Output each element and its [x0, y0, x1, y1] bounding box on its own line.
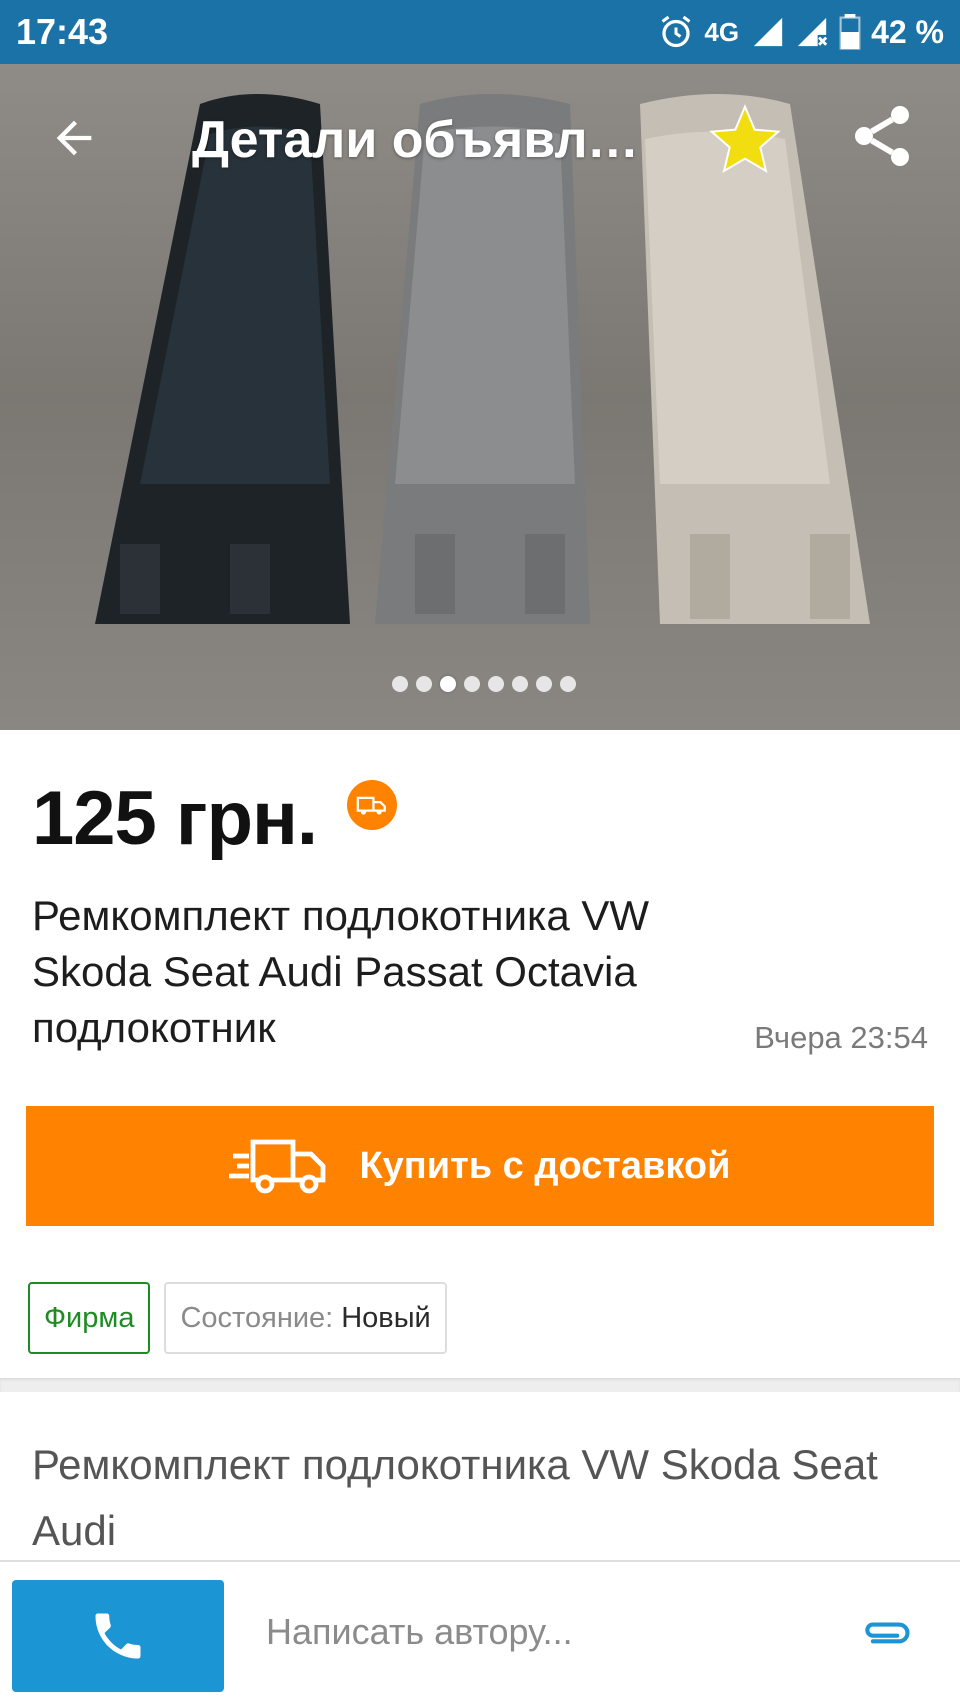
signal-icon [753, 17, 783, 47]
alarm-icon [661, 15, 691, 48]
delivery-badge [347, 779, 398, 830]
gallery-dot[interactable] [512, 676, 528, 692]
seller-type-badge: Фирма [28, 1282, 151, 1354]
bottom-bar [0, 1560, 960, 1707]
paperclip-icon [865, 1622, 910, 1644]
price: 125 грн. [32, 776, 318, 861]
battery-percent: 42 % [871, 13, 944, 50]
listing-description: Ремкомплект подлокотника VW Skoda Seat A… [32, 1441, 878, 1554]
share-icon [855, 106, 909, 166]
gallery-dot[interactable] [392, 676, 408, 692]
battery-icon [839, 14, 861, 50]
gallery-dot[interactable] [488, 676, 504, 692]
price-row: 125 грн. [32, 775, 398, 862]
delivery-truck-icon [356, 796, 386, 815]
gallery-dot[interactable] [464, 676, 480, 692]
back-button[interactable] [38, 102, 110, 174]
section-divider [0, 1378, 960, 1392]
condition-label: Состояние: [180, 1301, 334, 1334]
buy-button-label: Купить с доставкой [359, 1144, 731, 1187]
listing-title: Ремкомплект подлокотника VW Skoda Seat A… [32, 892, 650, 1051]
listing-tags: Фирма Состояние: Новый [28, 1282, 447, 1354]
share-button[interactable] [846, 100, 926, 180]
status-indicators: 4G 42 % [658, 14, 944, 51]
condition-value: Новый [341, 1301, 431, 1334]
attach-button[interactable] [856, 1602, 916, 1662]
star-icon [709, 104, 781, 174]
posted-time: Вчера 23:54 [754, 1020, 928, 1055]
gallery-dot-active[interactable] [440, 676, 456, 692]
arrow-left-icon [56, 120, 92, 156]
phone-icon [95, 1613, 141, 1659]
condition-badge: Состояние: Новый [164, 1282, 447, 1354]
status-time: 17:43 [16, 11, 109, 52]
network-label: 4G [704, 16, 740, 47]
page-title: Детали объявле… [192, 111, 652, 169]
gallery-dot[interactable] [536, 676, 552, 692]
buy-with-delivery-button[interactable]: Купить с доставкой [26, 1106, 934, 1226]
favorite-button[interactable] [705, 100, 785, 180]
gallery-pagination [0, 676, 960, 696]
status-bar: 17:43 4G 42 % [0, 0, 960, 64]
seller-type-label: Фирма [44, 1301, 135, 1334]
message-input[interactable] [266, 1602, 826, 1662]
delivery-truck-icon [229, 1139, 326, 1194]
signal-no-data-icon [797, 17, 828, 47]
gallery-dot[interactable] [416, 676, 432, 692]
call-button[interactable] [12, 1580, 224, 1692]
gallery-dot[interactable] [560, 676, 576, 692]
